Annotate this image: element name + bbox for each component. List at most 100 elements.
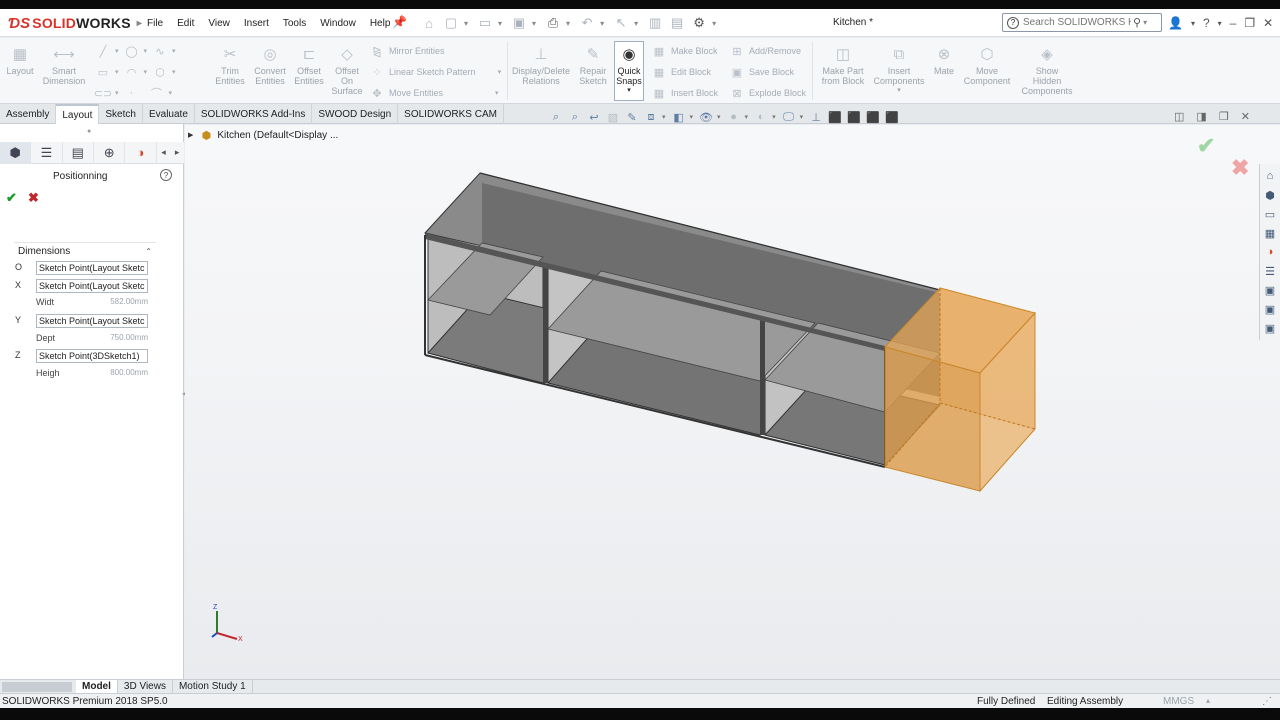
origin-point-field[interactable]	[36, 261, 148, 275]
hide-show-items-icon[interactable]: 👁	[698, 109, 714, 125]
previous-view-icon[interactable]: ↩	[586, 109, 602, 125]
width-value[interactable]: 582.00mm	[92, 297, 148, 306]
tab-motion-study-1[interactable]: Motion Study 1	[173, 680, 253, 694]
chevron-down-icon[interactable]: ▾	[745, 113, 749, 121]
display-delete-relations-button[interactable]: ⊥ Display/Delete Relations	[508, 46, 574, 86]
chevron-down-icon[interactable]: ▾	[1191, 19, 1195, 28]
mate-button[interactable]: ⊗ Mate	[928, 46, 960, 76]
chevron-down-icon[interactable]: ▾	[464, 19, 468, 28]
undo-icon[interactable]: ↶	[578, 15, 596, 31]
move-entities-button[interactable]: ✥ Move Entities ▾	[370, 87, 498, 100]
smart-dimension-button[interactable]: ⟷ Smart Dimension	[38, 46, 90, 86]
make-part-from-block-button[interactable]: ◫ Make Part from Block	[816, 46, 870, 86]
solidworks-resources-icon[interactable]: ⌂	[1262, 168, 1278, 184]
pin-icon[interactable]: 📌	[392, 15, 407, 29]
panel-grip-icon[interactable]: ●	[87, 128, 91, 135]
dynamic-annotation-icon[interactable]: ✎	[624, 109, 640, 125]
view-orientation-icon[interactable]: ⧈	[643, 109, 659, 125]
close-icon[interactable]: ✕	[1263, 16, 1273, 30]
cube-front-icon[interactable]: ⬛	[846, 109, 862, 125]
explode-block-button[interactable]: ⊠ Explode Block	[730, 87, 806, 100]
tab-scroll-controls[interactable]	[2, 682, 72, 692]
cabinet-model[interactable]	[185, 125, 1280, 679]
graphics-area[interactable]: ▶ ⬢ Kitchen (Default<Display ... ✔ ✖ Z X	[185, 125, 1280, 679]
chevron-down-icon[interactable]: ▾	[566, 19, 570, 28]
dimxpert-tab-icon[interactable]: ⊕	[94, 141, 126, 164]
cube-top-icon[interactable]: ⬛	[865, 109, 881, 125]
move-component-button[interactable]: ⬡ Move Component	[958, 46, 1016, 86]
chevron-down-icon[interactable]: ▾	[600, 19, 604, 28]
edit-block-button[interactable]: ▦ Edit Block	[652, 66, 711, 79]
search-icon[interactable]: ⚲	[1133, 16, 1141, 29]
menu-file[interactable]: File	[140, 18, 170, 29]
repair-sketch-button[interactable]: ✎ Repair Sketch	[574, 46, 612, 86]
user-icon[interactable]: 👤	[1168, 16, 1183, 30]
minimize-icon[interactable]: –	[1230, 16, 1237, 30]
menu-view[interactable]: View	[201, 18, 237, 29]
chevron-down-icon[interactable]: ▾	[690, 113, 694, 121]
offset-on-surface-button[interactable]: ◇ Offset On Surface	[326, 46, 368, 96]
offset-entities-button[interactable]: ⊏ Offset Entities	[287, 46, 331, 86]
convert-entities-button[interactable]: ◎ Convert Entities	[248, 46, 292, 86]
make-block-button[interactable]: ▦ Make Block	[652, 45, 718, 58]
add-in-panel-2-icon[interactable]: ▣	[1262, 301, 1278, 317]
open-folder-icon[interactable]: ▭	[476, 15, 494, 31]
line-tool[interactable]: ╱ ▾ ◯ ▾ ∿ ▾	[96, 45, 176, 58]
property-manager-tab-icon[interactable]: ☰	[31, 141, 63, 164]
insert-block-button[interactable]: ▦ Insert Block	[652, 87, 718, 100]
cube-iso-icon[interactable]: ⬛	[884, 109, 900, 125]
x-point-field[interactable]	[36, 279, 148, 293]
unit-system[interactable]: MMGS	[1163, 696, 1194, 707]
ok-checkmark-icon[interactable]: ✔	[6, 190, 17, 206]
appearances-icon[interactable]: ◑	[1262, 244, 1278, 260]
tab-swood-design[interactable]: SWOOD Design	[312, 104, 399, 124]
new-document-icon[interactable]: ▢	[442, 15, 460, 31]
rebuild-icon[interactable]: ▥	[646, 15, 664, 31]
file-properties-icon[interactable]: ▤	[668, 15, 686, 31]
chevron-down-icon[interactable]: ▾	[1218, 19, 1222, 28]
display-style-icon[interactable]: ◧	[671, 109, 687, 125]
viewport-close-icon[interactable]: ✕	[1241, 110, 1250, 124]
tab-model[interactable]: Model	[76, 680, 118, 694]
view-settings-icon[interactable]: 🖵	[781, 109, 797, 125]
chevron-down-icon[interactable]: ▾	[717, 113, 721, 121]
z-point-field[interactable]	[36, 349, 148, 363]
feature-manager-tab-icon[interactable]: ⬢	[0, 141, 32, 164]
print-icon[interactable]: ⎙	[544, 15, 562, 31]
y-point-field[interactable]	[36, 314, 148, 328]
tile-view-icon[interactable]: ◨	[1196, 110, 1206, 124]
file-explorer-icon[interactable]: ▭	[1262, 206, 1278, 222]
home-icon[interactable]: ⌂	[420, 15, 438, 31]
menu-tools[interactable]: Tools	[276, 18, 313, 29]
rectangle-tool[interactable]: ▭ ▾ ◠ ▾ ⬡ ▾	[96, 66, 176, 79]
save-icon[interactable]: ▣	[510, 15, 528, 31]
select-arrow-icon[interactable]: ↖	[612, 15, 630, 31]
save-block-button[interactable]: ▣ Save Block	[730, 66, 794, 79]
menu-edit[interactable]: Edit	[170, 18, 201, 29]
tab-sketch[interactable]: Sketch	[99, 104, 143, 124]
chevron-down-icon[interactable]: ▾	[772, 113, 776, 121]
chevron-down-icon[interactable]: ▾	[800, 113, 804, 121]
solidworks-logo[interactable]: ƊS SOLID WORKS ▸	[8, 12, 142, 34]
options-gear-icon[interactable]: ⚙	[690, 15, 708, 31]
chevron-down-icon[interactable]: ▾	[662, 113, 666, 121]
help-icon[interactable]: ?	[160, 169, 172, 181]
menu-insert[interactable]: Insert	[237, 18, 276, 29]
quick-snaps-button[interactable]: ◉ Quick Snaps ▾	[614, 46, 644, 96]
view-palette-icon[interactable]: ▦	[1262, 225, 1278, 241]
apply-scene-icon[interactable]: ◐	[753, 109, 769, 125]
tab-assembly[interactable]: Assembly	[0, 104, 57, 124]
display-manager-tab-icon[interactable]: ◑	[125, 141, 157, 164]
tab-solidworks-cam[interactable]: SOLIDWORKS CAM	[398, 104, 504, 124]
chevron-down-icon[interactable]: ▾	[498, 19, 502, 28]
split-view-icon[interactable]: ◫	[1174, 110, 1184, 124]
unit-dropdown-icon[interactable]: ▴	[1206, 696, 1210, 705]
add-in-panel-3-icon[interactable]: ▣	[1262, 320, 1278, 336]
mirror-entities-button[interactable]: ⧎ Mirror Entities	[370, 45, 444, 58]
trim-entities-button[interactable]: ✂ Trim Entities	[208, 46, 252, 86]
add-in-panel-icon[interactable]: ▣	[1262, 282, 1278, 298]
cube-view-icon[interactable]: ⬛	[827, 109, 843, 125]
tab-scroll-left-icon[interactable]: ◂	[157, 147, 171, 158]
chevron-down-icon[interactable]: ▾	[634, 19, 638, 28]
edit-appearance-icon[interactable]: ●	[726, 109, 742, 125]
